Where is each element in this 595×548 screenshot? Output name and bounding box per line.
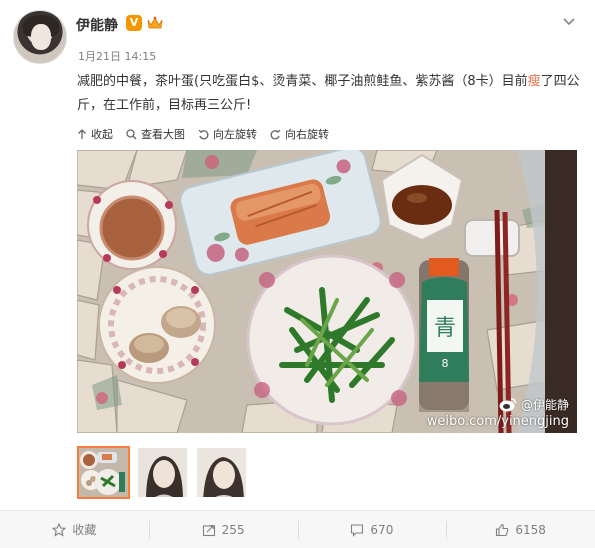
portrait-thumbnail	[138, 448, 187, 497]
chevron-down-icon[interactable]	[562, 14, 576, 28]
thumbnail-strip	[77, 446, 254, 499]
user-name[interactable]: 伊能静	[76, 15, 118, 35]
repost-button[interactable]: 255	[148, 511, 298, 548]
like-count: 6158	[515, 522, 546, 537]
weibo-post: 伊能静 V 1月21日 14:15 减肥的中餐，茶叶蛋(只吃蛋白$、烫青菜、椰子…	[0, 0, 595, 548]
watermark-name: @伊能静	[520, 398, 569, 412]
image-toolbar: 收起 查看大图 向左旋转 向右旋转	[77, 126, 342, 142]
thumbnail-1[interactable]	[77, 446, 130, 499]
rotate-right-icon	[270, 129, 281, 139]
rotate-right-button[interactable]: 向右旋转	[270, 126, 329, 142]
rotate-right-label: 向右旋转	[285, 128, 329, 141]
avatar[interactable]	[13, 10, 67, 64]
star-icon	[52, 522, 67, 537]
repost-icon	[202, 524, 215, 536]
weibo-logo-icon	[499, 397, 517, 411]
verified-badge-icon: V	[126, 15, 142, 31]
like-button[interactable]: 6158	[446, 511, 595, 548]
food-photo: 青 8	[77, 150, 577, 433]
vip-crown-icon	[147, 16, 163, 29]
repost-count: 255	[221, 522, 245, 537]
post-time[interactable]: 1月21日 14:15	[78, 48, 156, 64]
thumbnail-3[interactable]	[195, 446, 248, 499]
post-text-highlight: 瘦	[527, 74, 541, 89]
bottle-label-text: 青	[434, 316, 456, 341]
comment-count: 670	[370, 522, 394, 537]
comment-button[interactable]: 670	[297, 511, 447, 548]
favorite-label: 收藏	[72, 523, 97, 537]
collapse-button[interactable]: 收起	[77, 126, 113, 142]
watermark-url: weibo.com/yinengjing	[426, 414, 569, 429]
post-photo[interactable]: 青 8 @伊能静 weibo.com/yinengjing	[77, 150, 577, 433]
action-bar: 收藏 255 670 6158	[0, 510, 595, 548]
food-thumbnail	[79, 448, 128, 497]
thumbs-up-icon	[496, 523, 509, 536]
weibo-watermark: @伊能静 weibo.com/yinengjing	[427, 396, 569, 429]
rotate-left-icon	[198, 129, 209, 139]
thumbnail-2[interactable]	[136, 446, 189, 499]
rotate-left-label: 向左旋转	[213, 128, 257, 141]
bottle-number-text: 8	[442, 357, 449, 370]
collapse-label: 收起	[91, 128, 113, 141]
portrait-thumbnail	[197, 448, 246, 497]
comment-icon	[351, 523, 364, 537]
magnifier-icon	[126, 128, 137, 139]
post-text: 减肥的中餐，茶叶蛋(只吃蛋白$、烫青菜、椰子油煎鲑鱼、紫苏酱（8卡）目前瘦了四公…	[77, 70, 582, 118]
favorite-button[interactable]: 收藏	[0, 511, 149, 548]
post-text-part1: 减肥的中餐，茶叶蛋(只吃蛋白$、烫青菜、椰子油煎鲑鱼、紫苏酱（8卡）目前	[77, 74, 528, 89]
view-large-label: 查看大图	[141, 128, 185, 141]
arrow-up-icon	[78, 128, 86, 139]
view-large-button[interactable]: 查看大图	[126, 126, 185, 142]
rotate-left-button[interactable]: 向左旋转	[198, 126, 257, 142]
